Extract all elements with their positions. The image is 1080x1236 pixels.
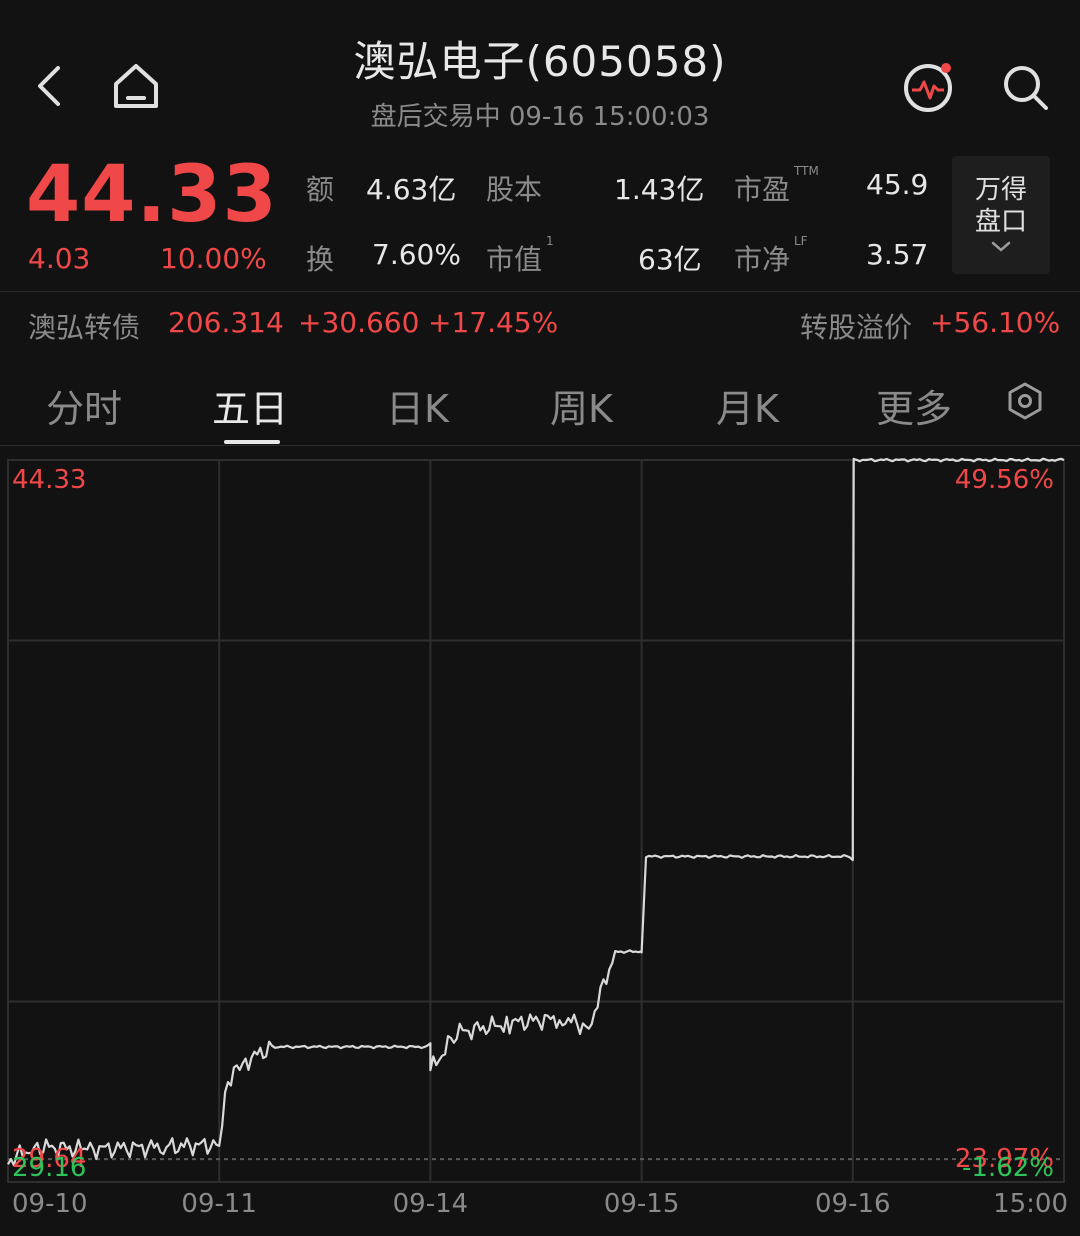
y-tick-label-left: 44.33 <box>12 465 86 495</box>
market-cap-sup: 1 <box>546 234 554 248</box>
x-tick-label: 09-15 <box>604 1189 680 1219</box>
chart-settings-button[interactable] <box>1004 380 1046 422</box>
x-tick-label: 09-14 <box>393 1189 469 1219</box>
x-tick-label: 15:00 <box>993 1189 1068 1219</box>
tab-daily-k[interactable]: 日K <box>386 378 449 433</box>
market-cap-value: 63亿 <box>638 243 702 276</box>
premium-label: 转股溢价 <box>800 311 913 344</box>
x-tick-label: 09-11 <box>181 1189 257 1219</box>
quote-panel: 44.33 4.03 10.00% 额 4.63亿 股本 1.43亿 市盈 TT… <box>0 150 1080 290</box>
pb-sup: LF <box>794 234 808 248</box>
price-change: 4.03 <box>28 242 91 275</box>
search-button[interactable] <box>996 58 1056 118</box>
top-bar: 澳弘电子(605058) 盘后交易中 09-16 15:00:03 <box>0 0 1080 150</box>
y-tick-label-right: 49.56% <box>955 465 1054 495</box>
tab-monthly-k[interactable]: 月K <box>716 378 779 433</box>
wind-order-book-button[interactable]: 万得 盘口 <box>952 156 1050 274</box>
tab-five-day[interactable]: 五日 <box>212 378 288 433</box>
pulse-alert-icon <box>904 63 952 112</box>
market-cap-label: 市值 <box>486 243 543 276</box>
pe-label: 市盈 <box>734 173 791 206</box>
convertible-bond-row[interactable]: 澳弘转债 206.314 +30.660 +17.45% 转股溢价 +56.10… <box>0 292 1080 356</box>
chart-canvas: 44.3329.6429.1649.56%23.97%-1.62%09-10 09… <box>7 457 1068 1219</box>
turnover-value: 7.60% <box>372 238 461 271</box>
chart-frame <box>7 459 1065 1183</box>
y-tick-label-left: 29.16 <box>12 1153 86 1183</box>
tab-more[interactable]: 更多 <box>876 378 952 433</box>
x-tick-label: 09-10 <box>12 1189 88 1219</box>
bond-change: +30.660 <box>298 306 420 339</box>
bond-price: 206.314 <box>168 306 284 339</box>
bond-change-pct: +17.45% <box>428 306 559 339</box>
price-line <box>7 457 1065 1167</box>
turnover-label: 换 <box>306 243 335 276</box>
x-tick-label: 09-16 <box>815 1189 891 1219</box>
period-tabs: 分时 五日 日K 周K 月K 更多 <box>0 360 1080 446</box>
last-price: 44.33 <box>26 150 278 240</box>
pe-sup: TTM <box>794 164 819 178</box>
active-tab-indicator <box>224 440 280 444</box>
pb-value: 3.57 <box>866 238 929 271</box>
five-day-chart[interactable]: 44.33 29.64 29.16 49.56% 23.97% -1.62% 09-10 09… <box>0 446 1080 1236</box>
bond-name: 澳弘转债 <box>28 311 141 344</box>
tab-weekly-k[interactable]: 周K <box>550 378 613 433</box>
amount-label: 额 <box>306 173 335 206</box>
panel-button-line1: 万得 <box>974 175 1027 205</box>
pe-value: 45.9 <box>866 168 929 201</box>
share-capital-value: 1.43亿 <box>614 173 705 206</box>
y-tick-label-right: -1.62% <box>962 1153 1054 1183</box>
tab-intraday[interactable]: 分时 <box>46 378 122 433</box>
alert-button[interactable] <box>900 58 960 118</box>
panel-button-line2: 盘口 <box>974 207 1027 237</box>
amount-value: 4.63亿 <box>366 173 457 206</box>
share-capital-label: 股本 <box>486 173 543 206</box>
premium-value: +56.10% <box>930 306 1061 339</box>
chevron-down-icon <box>991 241 1011 252</box>
pb-label: 市净 <box>734 243 791 276</box>
settings-icon <box>1008 382 1042 420</box>
search-icon <box>1004 66 1048 110</box>
price-change-pct: 10.00% <box>160 242 267 275</box>
